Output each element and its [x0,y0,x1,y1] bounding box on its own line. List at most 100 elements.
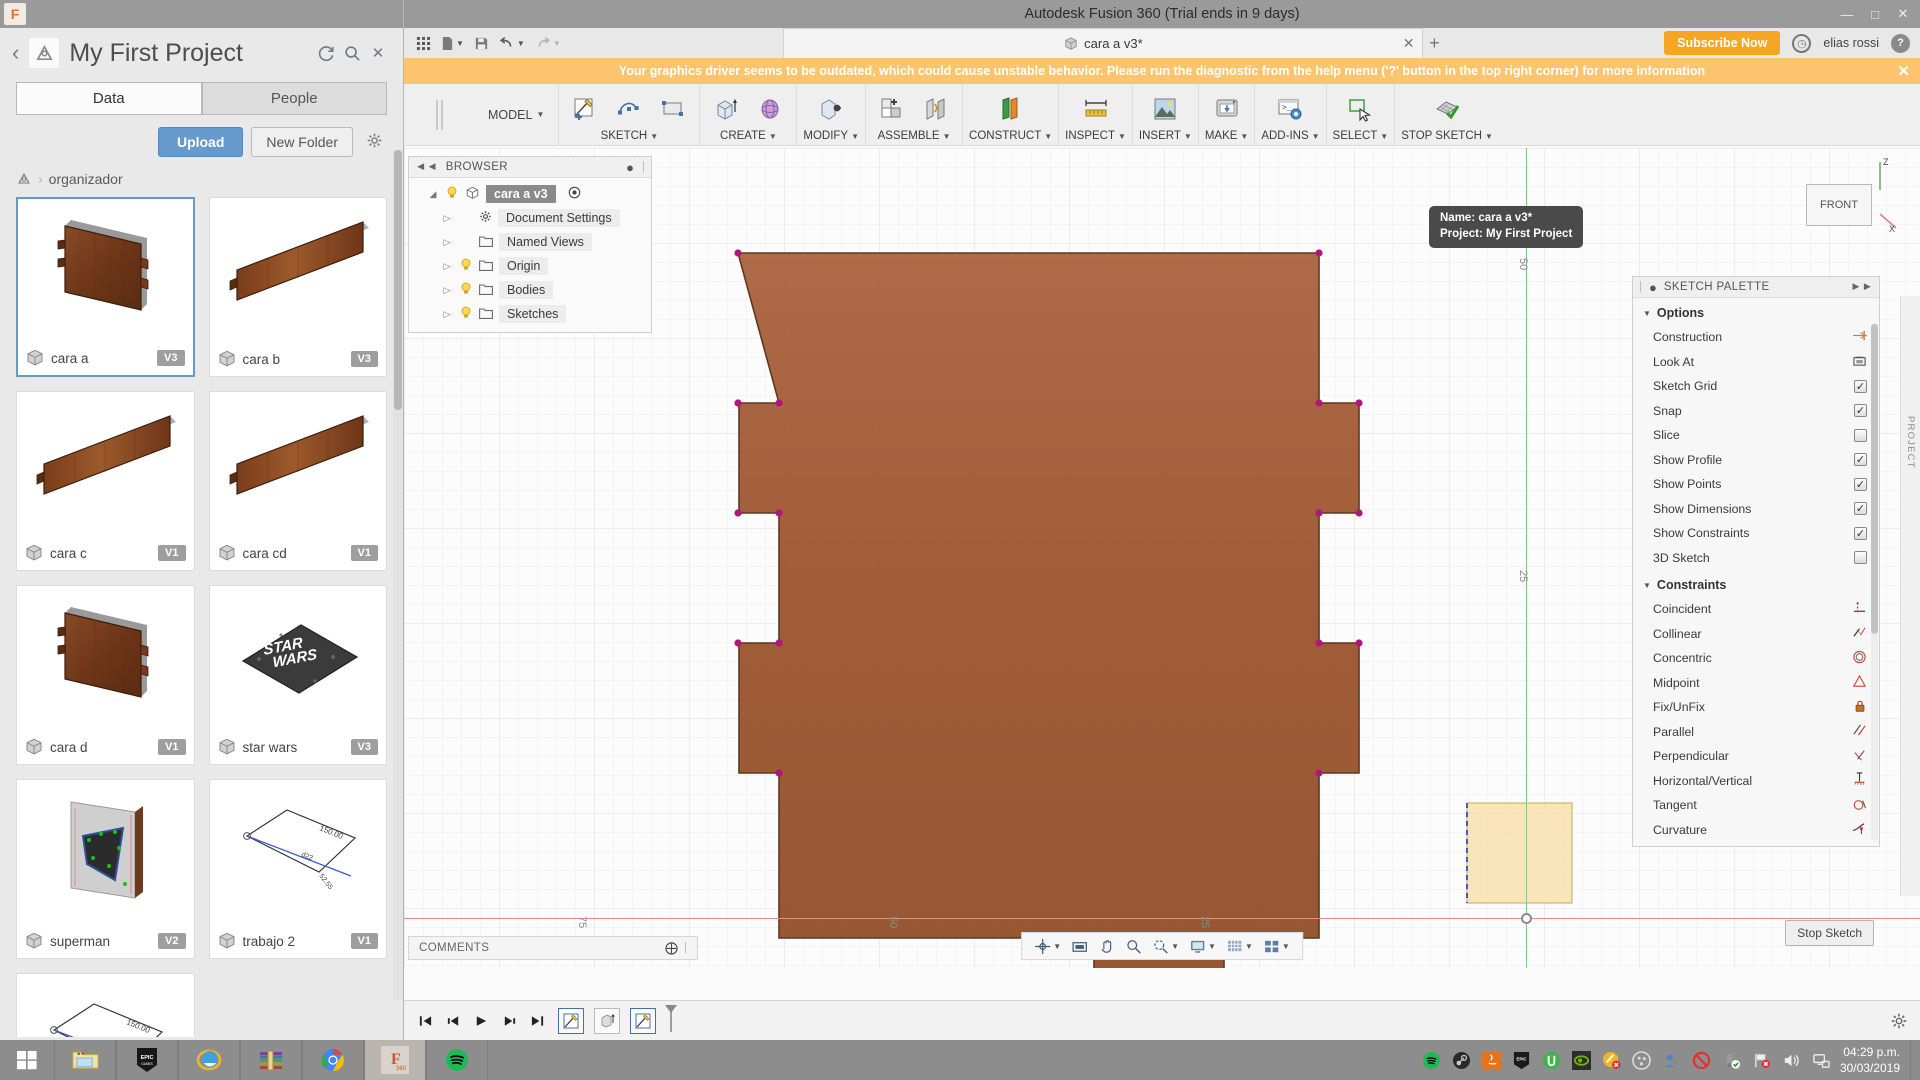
palette-section-options[interactable]: ▼ Options [1633,298,1879,325]
spline-icon[interactable] [609,91,649,127]
breadcrumb-folder[interactable]: organizador [49,171,123,187]
new-file-icon[interactable]: ▼ [437,30,468,56]
ribbon-group-label[interactable]: MODIFY ▼ [803,130,859,145]
show-data-panel-icon[interactable] [412,30,435,56]
browser-tree-item[interactable]: ◢ cara a v3 [409,182,651,206]
ribbon-group-label[interactable]: CONSTRUCT ▼ [969,130,1052,145]
network-tray-icon[interactable] [1811,1050,1832,1071]
ribbon-group-label[interactable]: INSERT ▼ [1139,130,1192,145]
new-folder-button[interactable]: New Folder [251,127,353,157]
skip-to-start-icon[interactable] [414,1009,436,1033]
flag-tray-icon[interactable] [1751,1050,1772,1071]
tab-people[interactable]: People [201,82,387,115]
palette-row-look-at[interactable]: Look At [1633,350,1879,375]
horizontal-vertical-icon[interactable] [1852,772,1867,789]
minus-circle-icon[interactable]: ● [626,160,634,175]
ribbon-group-label[interactable]: SKETCH ▼ [601,130,659,145]
workspace-selector[interactable]: MODEL ▼ [474,84,558,145]
user-name[interactable]: elias rossi [1823,36,1879,50]
ribbon-group-label[interactable]: INSPECT ▼ [1065,130,1126,145]
grid-snaps-icon[interactable]: ▼ [1222,934,1257,958]
blocked-tray-icon[interactable] [1691,1050,1712,1071]
show-desktop-button[interactable] [1910,1040,1920,1080]
joint-icon[interactable] [916,91,956,127]
light-bulb-icon[interactable] [445,186,459,202]
skip-to-end-icon[interactable] [526,1009,548,1033]
close-icon[interactable]: ✕ [1403,35,1415,52]
checkbox[interactable] [1854,551,1867,565]
data-item-card[interactable]: cara a V3 [16,197,195,377]
plus-circle-icon[interactable]: ⨁ [665,940,678,956]
checkbox[interactable] [1854,428,1867,442]
close-icon[interactable]: ✕ [1897,62,1910,80]
expand-right-icon[interactable]: ►► [1850,281,1873,293]
expand-arrow-icon[interactable]: ▷ [441,213,453,224]
ribbon-group-label[interactable]: ASSEMBLE ▼ [878,130,951,145]
epic-tray-icon[interactable]: EPIC [1511,1050,1532,1071]
palette-row-midpoint[interactable]: Midpoint [1633,671,1879,696]
light-bulb-icon[interactable] [459,306,473,322]
volume-tray-icon[interactable] [1781,1050,1802,1071]
scrollbar-thumb[interactable] [1871,324,1878,634]
view-cube-front-face[interactable]: FRONT [1806,184,1872,226]
palette-section-constraints[interactable]: ▼ Constraints [1633,570,1879,597]
winrar-icon[interactable] [240,1040,302,1080]
sketch-feature-icon[interactable] [630,1007,656,1034]
3d-print-icon[interactable] [1207,91,1247,127]
redo-icon[interactable]: ▼ [531,30,565,56]
expand-arrow-icon[interactable]: ◢ [427,189,439,200]
autodesk-hub-icon[interactable] [29,38,60,68]
revolve-icon[interactable] [750,91,790,127]
upload-button[interactable]: Upload [157,127,244,157]
light-bulb-icon[interactable] [459,258,473,274]
zoom-window-icon[interactable]: ▼ [1148,934,1183,958]
rectangle-icon[interactable] [653,91,693,127]
palette-row-show-points[interactable]: Show Points ✓ [1633,472,1879,497]
browser-tree-item[interactable]: ▷ Document Settings [409,206,651,230]
palette-row-concentric[interactable]: Concentric [1633,646,1879,671]
data-item-card[interactable]: superman V2 [16,779,195,959]
orbit-icon[interactable]: ▼ [1030,934,1065,958]
parallel-icon[interactable] [1852,723,1867,740]
palette-row-show-dimensions[interactable]: Show Dimensions ✓ [1633,497,1879,522]
internet-explorer-icon[interactable] [178,1040,240,1080]
browser-tree-item[interactable]: ▷ Bodies [409,278,651,302]
file-explorer-icon[interactable] [54,1040,116,1080]
ribbon-group-label[interactable]: MAKE ▼ [1205,130,1249,145]
browser-tree-item[interactable]: ▷ Sketches [409,302,651,326]
ribbon-group-label[interactable]: STOP SKETCH ▼ [1401,130,1493,145]
palette-row-show-profile[interactable]: Show Profile ✓ [1633,448,1879,473]
google-chrome-icon[interactable] [302,1040,364,1080]
scrollbar-thumb[interactable] [394,150,402,410]
spotify-icon[interactable] [426,1040,488,1080]
data-item-card[interactable]: STAR WARS star wars V3 [208,585,387,765]
checkbox[interactable]: ✓ [1854,526,1867,540]
undo-icon[interactable]: ▼ [495,30,529,56]
minimize-icon[interactable]: — [1834,3,1860,25]
coincident-icon[interactable] [1852,601,1867,618]
usb-tray-icon[interactable] [1721,1050,1742,1071]
palette-row--d-sketch[interactable]: 3D Sketch [1633,546,1879,571]
midpoint-icon[interactable] [1852,674,1867,691]
expand-arrow-icon[interactable]: ▷ [441,237,453,248]
insert-image-icon[interactable] [1145,91,1185,127]
extrude-feature-icon[interactable] [594,1007,620,1034]
nvidia-tray-icon[interactable] [1571,1050,1592,1071]
palette-row-sketch-grid[interactable]: Sketch Grid ✓ [1633,374,1879,399]
gear-icon[interactable] [1888,1010,1910,1032]
perpendicular-icon[interactable] [1852,748,1867,765]
clock-icon[interactable]: ◷ [1792,33,1812,53]
data-item-card[interactable]: 150.00 d22 52.55 trabajo 2 V1 [208,779,387,959]
minus-circle-icon[interactable]: ● [1649,280,1657,295]
step-back-icon[interactable] [442,1009,464,1033]
new-tab-button[interactable]: + [1423,30,1445,56]
save-icon[interactable] [470,30,493,56]
timeline-marker[interactable] [664,1004,678,1037]
display-settings-icon[interactable]: ▼ [1185,934,1220,958]
ribbon-group-label[interactable]: CREATE ▼ [720,130,777,145]
question-icon[interactable]: ? [1891,33,1910,53]
look-at-icon[interactable] [1067,934,1092,958]
concentric-icon[interactable] [1852,650,1867,667]
spotify-tray-icon[interactable] [1421,1050,1442,1071]
stop-sketch-icon[interactable] [1427,91,1467,127]
